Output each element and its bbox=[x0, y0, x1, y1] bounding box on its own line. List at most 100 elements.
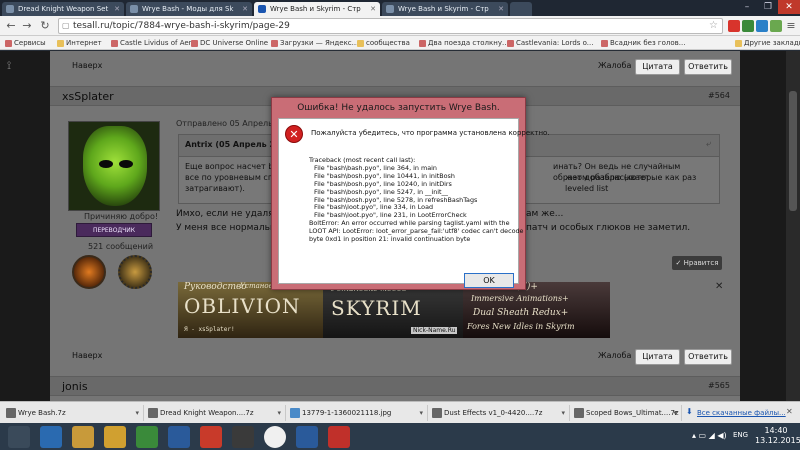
bookmark-item[interactable]: Сервисы bbox=[4, 36, 46, 49]
new-tab-button[interactable] bbox=[510, 2, 532, 16]
posted-date: Отправлено 05 Апрель 20 bbox=[176, 119, 286, 128]
bookmark-item[interactable]: Всадник без голов... bbox=[600, 36, 685, 49]
error-dialog: Ошибка! Не удалось запустить Wrye Bash. … bbox=[271, 97, 550, 290]
quote-button[interactable]: Цитата bbox=[635, 349, 680, 365]
windows-taskbar: ▴ ▭ ◢ ◀) ENG 14:40 13.12.2015 bbox=[0, 423, 800, 450]
download-item[interactable]: Dust Effects v1_0-4420....7z ▾ bbox=[430, 405, 570, 421]
quote-line-end: жет добавлю (которые как раз leveled lis… bbox=[565, 173, 697, 193]
back-to-top-link[interactable]: Наверх bbox=[72, 61, 102, 70]
signature-skyrim-panel: Установке модов SKYRIM Nick-Name.Ru bbox=[323, 282, 463, 338]
bookmark-star-icon[interactable]: ☆ bbox=[709, 19, 718, 33]
language-indicator[interactable]: ENG bbox=[733, 431, 748, 439]
chevron-down-icon[interactable]: ▾ bbox=[419, 405, 423, 421]
post-text-line-end: ам же... bbox=[526, 209, 564, 219]
post-number[interactable]: #565 bbox=[708, 381, 730, 390]
post-number[interactable]: #564 bbox=[708, 91, 730, 100]
download-filename: 13779-1-1360021118.jpg bbox=[302, 409, 392, 417]
media-icon[interactable] bbox=[200, 426, 222, 448]
bookmark-folder[interactable]: Интернет bbox=[56, 36, 102, 49]
store-icon[interactable] bbox=[168, 426, 190, 448]
other-bookmarks-folder[interactable]: Другие закладки bbox=[734, 36, 800, 49]
tab-wrye-bash-mods[interactable]: Wrye Bash - Моды для Sk ✕ bbox=[126, 2, 252, 16]
like-button[interactable]: ✓ Нравится bbox=[672, 256, 722, 270]
post-actions-top: Наверх Жалоба Цитата Ответить bbox=[60, 57, 732, 79]
tray-icons[interactable]: ▴ ▭ ◢ ◀) bbox=[692, 431, 727, 440]
bookmark-item[interactable]: Два поезда столкну... bbox=[418, 36, 509, 49]
maximize-icon[interactable]: ❐ bbox=[757, 0, 779, 14]
reply-button[interactable]: Ответить bbox=[684, 349, 732, 365]
page-info-icon[interactable]: ▢ bbox=[62, 19, 70, 33]
yandex-browser-icon[interactable] bbox=[264, 426, 286, 448]
post-text-line: Имхо, если не удалять bbox=[176, 209, 285, 219]
report-link[interactable]: Жалоба bbox=[598, 61, 631, 70]
chevron-down-icon[interactable]: ▾ bbox=[277, 405, 281, 421]
close-signature-icon[interactable]: ✕ bbox=[715, 281, 723, 292]
archive-icon bbox=[574, 408, 584, 418]
post-username[interactable]: xsSplater bbox=[62, 90, 114, 103]
avatar[interactable] bbox=[68, 121, 160, 211]
minimize-icon[interactable]: – bbox=[736, 0, 758, 14]
download-filename: Dread Knight Weapon....7z bbox=[160, 409, 254, 417]
app-green-icon[interactable] bbox=[136, 426, 158, 448]
show-all-downloads-link[interactable]: Все скачанные файлы... bbox=[697, 405, 786, 421]
tab-label: Wrye Bash - Моды для Sk bbox=[142, 5, 234, 13]
signature-guide-panel: Руководство Установке модов OBLIVION Я -… bbox=[178, 282, 323, 338]
quote-button[interactable]: Цитата bbox=[635, 59, 680, 75]
signature-banner[interactable]: Руководство Установке модов OBLIVION Я -… bbox=[178, 282, 610, 338]
bookmark-item[interactable]: Загрузки — Яндекс... bbox=[270, 36, 358, 49]
report-link[interactable]: Жалоба bbox=[598, 351, 631, 360]
download-item[interactable]: Dread Knight Weapon....7z ▾ bbox=[146, 405, 286, 421]
download-item[interactable]: 13779-1-1360021118.jpg ▾ bbox=[288, 405, 428, 421]
scrollbar-thumb[interactable] bbox=[789, 91, 797, 211]
address-field[interactable]: ▢ tesall.ru/topic/7884-wrye-bash-i-skyri… bbox=[58, 18, 723, 34]
reload-icon[interactable]: ↻ bbox=[38, 19, 52, 33]
chevron-down-icon[interactable]: ▾ bbox=[561, 405, 565, 421]
like-label: Нравится bbox=[683, 259, 719, 267]
app-blue-icon[interactable] bbox=[296, 426, 318, 448]
app-dark-icon[interactable] bbox=[232, 426, 254, 448]
left-margin: ⟟ bbox=[0, 51, 50, 401]
internet-explorer-icon[interactable] bbox=[40, 426, 62, 448]
download-item[interactable]: Wrye Bash.7z ▾ bbox=[4, 405, 144, 421]
clock[interactable]: 14:40 13.12.2015 bbox=[755, 426, 800, 446]
bookmark-item[interactable]: DC Universe Online bbox=[190, 36, 268, 49]
page-scrollbar[interactable] bbox=[786, 51, 800, 401]
bookmark-folder[interactable]: сообщества bbox=[356, 36, 410, 49]
forward-icon[interactable]: → bbox=[20, 19, 34, 33]
tab-wrye-bash-skyrim[interactable]: Wrye Bash и Skyrim - Стр ✕ bbox=[382, 2, 508, 16]
tab-close-icon[interactable]: ✕ bbox=[242, 2, 248, 16]
back-to-top-link[interactable]: Наверх bbox=[72, 351, 102, 360]
close-downloads-icon[interactable]: ✕ bbox=[786, 407, 793, 416]
award-star-icon bbox=[118, 255, 152, 289]
folder-icon[interactable] bbox=[104, 426, 126, 448]
file-explorer-icon[interactable] bbox=[72, 426, 94, 448]
start-icon[interactable] bbox=[8, 426, 30, 448]
extension-blue-icon[interactable] bbox=[756, 20, 768, 32]
ok-button[interactable]: OK bbox=[464, 273, 514, 288]
bookmarks-bar: Сервисы Интернет Castle Lividus of Aer..… bbox=[0, 36, 800, 50]
download-filename: Dust Effects v1_0-4420....7z bbox=[444, 409, 543, 417]
tab-close-icon[interactable]: ✕ bbox=[498, 2, 504, 16]
extension-green-icon[interactable] bbox=[742, 20, 754, 32]
tab-label: Dread Knight Weapon Set bbox=[18, 5, 109, 13]
close-window-icon[interactable]: ✕ bbox=[778, 0, 800, 14]
tab-close-icon[interactable]: ✕ bbox=[114, 2, 120, 16]
extension-teal-icon[interactable] bbox=[770, 20, 782, 32]
error-icon: ✕ bbox=[285, 125, 303, 143]
chevron-down-icon[interactable]: ▾ bbox=[135, 405, 139, 421]
download-item[interactable]: Scoped Bows_Ultimat....7z ▾ bbox=[572, 405, 682, 421]
extension-red-icon[interactable] bbox=[728, 20, 740, 32]
menu-icon[interactable]: ≡ bbox=[784, 19, 798, 33]
wrye-bash-icon[interactable] bbox=[328, 426, 350, 448]
chevron-down-icon[interactable]: ▾ bbox=[673, 405, 677, 421]
bookmark-item[interactable]: Castle Lividus of Aer... bbox=[110, 36, 198, 49]
bookmark-item[interactable]: Castlevania: Lords o... bbox=[506, 36, 593, 49]
quote-jump-icon[interactable]: ⤶ bbox=[706, 139, 711, 149]
reply-button[interactable]: Ответить bbox=[684, 59, 732, 75]
back-icon[interactable]: ← bbox=[4, 19, 18, 33]
tab-wrye-bash-skyrim-active[interactable]: Wrye Bash и Skyrim - Стр ✕ bbox=[254, 2, 380, 16]
post-username[interactable]: jonis bbox=[62, 380, 88, 393]
tab-dread-knight[interactable]: Dread Knight Weapon Set ✕ bbox=[2, 2, 124, 16]
tab-close-icon[interactable]: ✕ bbox=[370, 2, 376, 16]
pin-icon[interactable]: ⟟ bbox=[7, 59, 11, 73]
